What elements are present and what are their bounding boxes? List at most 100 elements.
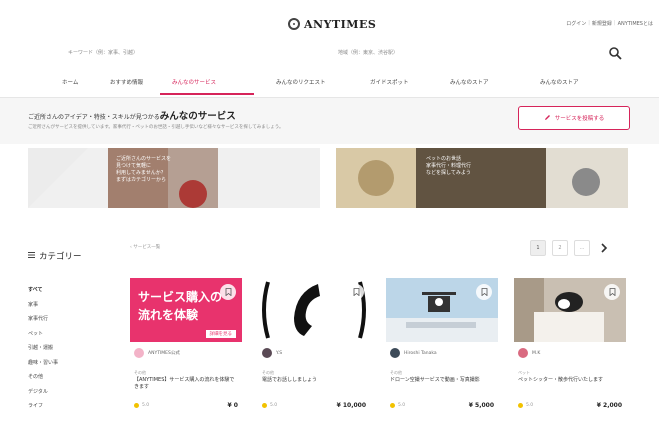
card-user-name: ANYTIMES公式	[148, 351, 180, 356]
avatar	[262, 348, 272, 358]
card-rating-value: 5.0	[142, 403, 150, 408]
service-card-image	[386, 278, 498, 342]
logo-icon	[288, 18, 300, 30]
banner-right-line: 家事代行・料理代行	[426, 163, 472, 169]
card-rating: 5.0	[390, 403, 405, 408]
card-user[interactable]: ANYTIMES公式	[134, 348, 180, 358]
sidebar-item[interactable]: ライフ	[28, 402, 58, 417]
category-list: すべて 家事 家事代行 ペット 引越・運搬 趣味・習い事 その他 デジタル ライフ	[28, 286, 58, 417]
card-price: ¥ 0	[227, 402, 238, 409]
card-rating: 5.0	[518, 403, 533, 408]
banner-right-line: などを探してみよう	[426, 170, 471, 176]
keyword-search-input[interactable]: キーワード（例：家事、引越）	[60, 44, 310, 62]
card-price: ¥ 2,000	[596, 402, 622, 409]
nav-item-store[interactable]: みんなのストア	[450, 78, 489, 86]
card-rating-value: 5.0	[526, 403, 534, 408]
signup-link[interactable]: 新規登録	[592, 20, 612, 27]
breadcrumb[interactable]: ‹ サービス一覧	[130, 244, 160, 250]
main-nav: ホーム おすすめ情報 みんなのサービス みんなのリクエスト ガイドスポット みん…	[0, 70, 659, 98]
category-heading: カテゴリー	[28, 250, 82, 262]
star-icon	[390, 403, 395, 408]
card-category: その他	[390, 370, 402, 375]
banner-right[interactable]: ペットのお世話 家事代行・料理代行 などを探してみよう	[336, 148, 628, 208]
star-icon	[262, 403, 267, 408]
card-image-text: サービス購入の 流れを体験	[138, 288, 222, 324]
card-footer: 5.0 ¥ 10,000	[262, 402, 366, 409]
card-user-name: Y.S	[276, 350, 283, 356]
bookmark-icon[interactable]	[220, 284, 236, 300]
card-rating: 5.0	[134, 403, 149, 408]
card-title[interactable]: 電話でお話ししましょう	[262, 377, 366, 384]
about-link[interactable]: ANYTIMESとは	[618, 20, 653, 27]
sidebar-item[interactable]: その他	[28, 373, 58, 388]
link-separator: |	[613, 20, 616, 26]
sidebar-item[interactable]: 家事代行	[28, 315, 58, 330]
category-heading-label: カテゴリー	[39, 252, 82, 262]
pencil-icon	[544, 114, 551, 123]
sidebar-item[interactable]: デジタル	[28, 388, 58, 403]
banner-left-line: ご近所さんのサービスを	[116, 156, 172, 162]
site-logo[interactable]: ANYTIMES	[288, 16, 376, 32]
service-card[interactable]: Y.S その他 電話でお話ししましょう 5.0 ¥ 10,000	[258, 278, 370, 418]
card-title[interactable]: ペットシッター・散歩代行いたします	[518, 377, 622, 384]
nav-item-services[interactable]: みんなのサービス	[172, 78, 216, 86]
card-rating-value: 5.0	[270, 403, 278, 408]
search-icon[interactable]	[608, 46, 622, 60]
nav-item-spots[interactable]: ガイドスポット	[370, 78, 409, 86]
card-image-line: 流れを体験	[138, 308, 199, 322]
banner-left-text: ご近所さんのサービスを 見つけて気軽に 利用してみませんか？ まずはカテゴリーか…	[116, 156, 171, 184]
card-user[interactable]: Hiroshi Tanaka	[390, 348, 437, 358]
banner-left-image	[28, 148, 320, 208]
band-subtitle: ご近所さんがサービスを提供しています。家事代行・ペットのお世話・引越し手伝いなど…	[28, 125, 284, 130]
card-price: ¥ 10,000	[336, 402, 366, 409]
page-ellipsis: …	[574, 240, 590, 256]
avatar	[134, 348, 144, 358]
bookmark-icon[interactable]	[476, 284, 492, 300]
sidebar-item[interactable]: 引越・運搬	[28, 344, 58, 359]
banner-left-line: 利用してみませんか？	[116, 170, 166, 176]
nav-item-store-2[interactable]: みんなのストア	[540, 78, 579, 86]
sidebar-item[interactable]: 家事	[28, 301, 58, 316]
bookmark-icon[interactable]	[348, 284, 364, 300]
service-card[interactable]: サービス購入の 流れを体験 詳細を見る ANYTIMES公式 その他 【ANYT…	[130, 278, 242, 418]
card-rating: 5.0	[262, 403, 277, 408]
page-button-2[interactable]: 2	[552, 240, 568, 256]
service-card[interactable]: M.K ペット ペットシッター・散歩代行いたします 5.0 ¥ 2,000	[514, 278, 626, 418]
banner-left[interactable]: ご近所さんのサービスを 見つけて気軽に 利用してみませんか？ まずはカテゴリーか…	[28, 148, 320, 208]
sidebar-item[interactable]: すべて	[28, 286, 58, 301]
band-title-main: みんなのサービス	[159, 111, 236, 122]
sidebar-item[interactable]: ペット	[28, 330, 58, 345]
service-card[interactable]: Hiroshi Tanaka その他 ドローン空撮サービスで動画・写真撮影 5.…	[386, 278, 498, 418]
card-user[interactable]: M.K	[518, 348, 540, 358]
nav-item-home[interactable]: ホーム	[62, 78, 78, 86]
card-rating-value: 5.0	[398, 403, 406, 408]
banner-left-line: まずはカテゴリーから	[116, 177, 167, 183]
nav-item-recommend[interactable]: おすすめ情報	[110, 78, 143, 86]
card-footer: 5.0 ¥ 5,000	[390, 402, 494, 409]
nav-active-indicator	[160, 93, 254, 95]
service-card-image: サービス購入の 流れを体験 詳細を見る	[130, 278, 242, 342]
band-title-prefix: ご近所さんのアイデア・特技・スキルが見つかる	[28, 114, 160, 121]
star-icon	[134, 403, 139, 408]
card-price: ¥ 5,000	[468, 402, 494, 409]
post-service-button[interactable]: サービスを投稿する	[518, 106, 630, 130]
card-footer: 5.0 ¥ 0	[134, 402, 238, 409]
search-bar: キーワード（例：家事、引越） 地域（例：東京、渋谷駅）	[60, 44, 580, 62]
card-user[interactable]: Y.S	[262, 348, 282, 358]
page-button-1[interactable]: 1	[530, 240, 546, 256]
pagination: 1 2 …	[530, 240, 612, 256]
nav-item-requests[interactable]: みんなのリクエスト	[276, 78, 326, 86]
sidebar-item[interactable]: 趣味・習い事	[28, 359, 58, 374]
card-category: ペット	[518, 370, 530, 375]
top-links: ログイン | 新規登録 | ANYTIMESとは	[566, 20, 653, 27]
next-page-icon[interactable]	[596, 240, 612, 256]
logo-text: ANYTIMES	[304, 17, 377, 31]
login-link[interactable]: ログイン	[566, 20, 586, 27]
area-search-input[interactable]: 地域（例：東京、渋谷駅）	[330, 44, 530, 62]
card-category: その他	[134, 370, 146, 375]
card-title[interactable]: ドローン空撮サービスで動画・写真撮影	[390, 377, 494, 384]
bookmark-icon[interactable]	[604, 284, 620, 300]
card-title[interactable]: 【ANYTIMES】サービス購入の流れを体験できます	[134, 377, 238, 391]
service-card-image	[258, 278, 370, 342]
card-category: その他	[262, 370, 274, 375]
